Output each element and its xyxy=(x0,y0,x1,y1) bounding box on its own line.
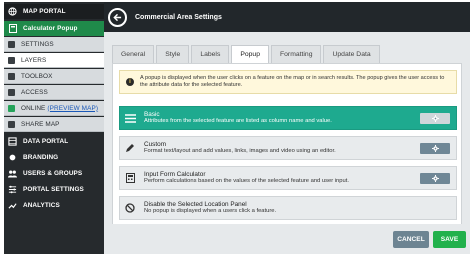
ban-icon xyxy=(122,203,138,213)
globe-icon xyxy=(8,7,17,16)
option-description: Attributes from the selected feature are… xyxy=(144,118,332,124)
calculator-icon xyxy=(122,173,138,183)
popup-option-custom[interactable]: Custom Format text/layout and add values… xyxy=(119,136,457,160)
option-name: Input Form Calculator xyxy=(144,170,206,178)
sidebar-item-label: MAP PORTAL xyxy=(23,8,66,15)
list-icon xyxy=(122,113,138,123)
tab-style[interactable]: Style xyxy=(156,45,190,63)
sidebar-item-map-portal[interactable]: MAP PORTAL xyxy=(4,4,104,19)
data-icon xyxy=(8,137,17,146)
info-icon: i xyxy=(126,78,134,86)
sidebar-item-share-map[interactable]: SHARE MAP xyxy=(4,117,104,132)
analytics-icon xyxy=(8,201,17,210)
sidebar-item-analytics[interactable]: ANALYTICS xyxy=(4,198,104,213)
info-line-1: A popup is displayed when the user click… xyxy=(140,75,445,81)
gear-icon xyxy=(431,145,439,152)
tab-general[interactable]: General xyxy=(112,45,155,63)
gear-icon xyxy=(431,175,439,182)
sidebar-item-data-portal[interactable]: DATA PORTAL xyxy=(4,134,104,149)
sidebar-item-layers[interactable]: LAYERS xyxy=(4,53,104,68)
sidebar-item-label: BRANDING xyxy=(23,154,59,161)
back-button[interactable] xyxy=(108,7,127,27)
pencil-icon xyxy=(122,143,138,153)
tab-labels[interactable]: Labels xyxy=(191,45,230,63)
users-icon xyxy=(8,169,17,178)
configure-button[interactable] xyxy=(420,113,450,124)
footer-bar: CANCEL SAVE xyxy=(104,224,470,254)
tab-formatting[interactable]: Formatting xyxy=(271,45,322,63)
square-icon xyxy=(8,88,15,96)
gear-icon xyxy=(431,115,439,122)
sidebar-item-label: SHARE MAP xyxy=(21,120,60,128)
sidebar-item-label: TOOLBOX xyxy=(21,72,53,80)
status-green-icon xyxy=(8,104,15,112)
popup-option-basic[interactable]: Basic Attributes from the selected featu… xyxy=(119,106,457,130)
sidebar-item-portal-settings[interactable]: PORTAL SETTINGS xyxy=(4,182,104,197)
dot-icon xyxy=(8,153,17,162)
tab-update-data[interactable]: Update Data xyxy=(323,45,380,63)
sidebar-item-label: PORTAL SETTINGS xyxy=(23,186,84,193)
tab-popup[interactable]: Popup xyxy=(231,45,269,63)
square-icon xyxy=(8,120,15,128)
save-button[interactable]: SAVE xyxy=(433,231,466,248)
sidebar-item-label: DATA PORTAL xyxy=(23,138,69,145)
info-banner: i A popup is displayed when the user cli… xyxy=(119,70,457,94)
settings-panel: Commercial Area Settings General Style L… xyxy=(104,2,470,254)
header-bar: Commercial Area Settings xyxy=(104,2,470,32)
option-name: Custom xyxy=(144,140,167,148)
sidebar-item-online[interactable]: ONLINE (PREVIEW MAP) xyxy=(4,101,104,116)
preview-map-link[interactable]: (PREVIEW MAP) xyxy=(47,105,98,112)
sidebar-item-users-groups[interactable]: USERS & GROUPS xyxy=(4,166,104,181)
sidebar-item-label: USERS & GROUPS xyxy=(23,170,83,177)
sidebar-item-toolbox[interactable]: TOOLBOX xyxy=(4,69,104,84)
option-name: Basic xyxy=(144,110,160,118)
sidebar-item-label: ANALYTICS xyxy=(23,202,60,209)
info-text: A popup is displayed when the user click… xyxy=(140,75,444,89)
cancel-button[interactable]: CANCEL xyxy=(393,231,429,248)
sidebar-item-label: ACCESS xyxy=(21,88,48,96)
option-name: Disable the Selected Location Panel xyxy=(144,200,247,208)
popup-option-disable[interactable]: Disable the Selected Location Panel No p… xyxy=(119,196,457,220)
calculator-icon xyxy=(8,24,17,33)
configure-button[interactable] xyxy=(420,173,450,184)
square-icon xyxy=(8,72,15,80)
sidebar-item-label: SETTINGS xyxy=(21,40,54,48)
sidebar-item-calculator-popup[interactable]: Calculator Popup xyxy=(4,21,104,36)
square-icon xyxy=(8,40,15,48)
option-description: Perform calculations based on the values… xyxy=(144,178,349,184)
popup-option-input-form-calculator[interactable]: Input Form Calculator Perform calculatio… xyxy=(119,166,457,190)
popup-panel: i A popup is displayed when the user cli… xyxy=(112,63,462,225)
option-description: No popup is displayed when a users click… xyxy=(144,208,277,214)
option-description: Format text/layout and add values, links… xyxy=(144,148,336,154)
arrow-left-icon xyxy=(113,13,122,21)
page-title: Commercial Area Settings xyxy=(135,13,222,21)
configure-button[interactable] xyxy=(420,143,450,154)
sidebar-item-branding[interactable]: BRANDING xyxy=(4,150,104,165)
settings-icon xyxy=(8,185,17,194)
square-icon xyxy=(8,56,15,64)
info-line-2: the attribute data for the selected feat… xyxy=(140,82,243,88)
sidebar-item-access[interactable]: ACCESS xyxy=(4,85,104,100)
sidebar-item-label: LAYERS xyxy=(21,56,47,64)
sidebar-item-label: ONLINE xyxy=(21,104,46,112)
sidebar-item-settings[interactable]: SETTINGS xyxy=(4,37,104,52)
sidebar: MAP PORTAL Calculator Popup SETTINGS LAY… xyxy=(4,2,104,254)
tab-bar: General Style Labels Popup Formatting Up… xyxy=(112,45,382,63)
sidebar-item-label: Calculator Popup xyxy=(23,25,78,32)
